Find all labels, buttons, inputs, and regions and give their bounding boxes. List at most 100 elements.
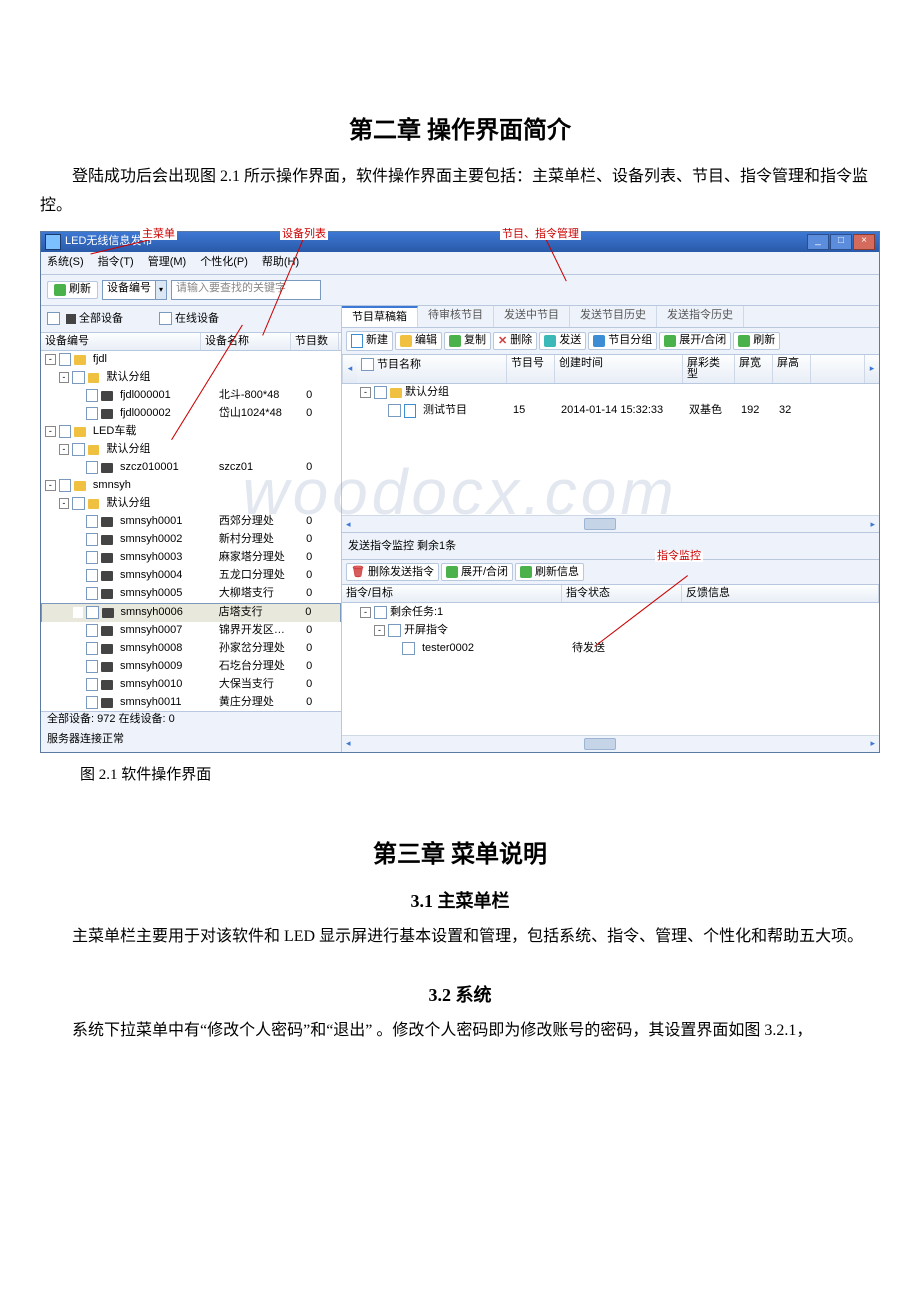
row-checkbox[interactable] xyxy=(72,497,85,510)
refresh-right-button[interactable]: 刷新 xyxy=(733,332,780,350)
tree-row[interactable]: smnsyh0003麻家塔分理处0 xyxy=(41,549,341,567)
tree-row[interactable]: szcz010001szcz010 xyxy=(41,459,341,477)
expand-button[interactable]: 展开/合闭 xyxy=(659,332,731,350)
delete-send-cmd-button[interactable]: 🗑删除发送指令 xyxy=(346,563,439,581)
toggle-icon[interactable]: - xyxy=(360,387,371,398)
tree-row[interactable]: smnsyh0001西郊分理处0 xyxy=(41,513,341,531)
menu-personalize[interactable]: 个性化(P) xyxy=(200,257,248,268)
tree-row[interactable]: fjdl000002岱山1024*480 xyxy=(41,405,341,423)
col-program-no[interactable]: 节目号 xyxy=(507,355,555,383)
tree-row[interactable]: - smnsyh xyxy=(41,477,341,495)
device-no-dropdown[interactable]: 设备编号 ▾ xyxy=(102,280,167,300)
device-id: smnsyh0010 xyxy=(116,679,215,690)
toggle-icon[interactable]: - xyxy=(45,480,56,491)
tree-row[interactable]: smnsyh0005大柳塔支行0 xyxy=(41,585,341,603)
tree-row[interactable]: -fjdl xyxy=(41,351,341,369)
delete-button[interactable]: ✕删除 xyxy=(493,332,537,350)
scroll-right-button[interactable]: ▸ xyxy=(864,355,879,383)
program-scrollbar[interactable]: ◂▸ xyxy=(342,515,879,532)
tree-row[interactable]: smnsyh0009石圪台分理处0 xyxy=(41,658,341,676)
menu-system[interactable]: 系统(S) xyxy=(47,257,84,268)
menu-help[interactable]: 帮助(H) xyxy=(262,257,299,268)
new-icon xyxy=(351,334,363,348)
copy-button[interactable]: 复制 xyxy=(444,332,491,350)
refresh-button[interactable]: 刷新 xyxy=(47,281,98,299)
row-checkbox[interactable] xyxy=(86,642,99,655)
filter-all-devices[interactable]: 全部设备 xyxy=(47,312,123,325)
row-checkbox[interactable] xyxy=(59,479,72,492)
minimize-button[interactable]: _ xyxy=(807,234,829,250)
row-checkbox[interactable] xyxy=(86,606,99,619)
row-checkbox[interactable] xyxy=(86,587,99,600)
col-cmd-feedback[interactable]: 反馈信息 xyxy=(682,585,879,602)
tab-history[interactable]: 发送节目历史 xyxy=(570,306,657,327)
tab-pending[interactable]: 待审核节目 xyxy=(418,306,494,327)
row-checkbox[interactable] xyxy=(86,461,99,474)
search-input[interactable]: 请输入要查找的关键字 xyxy=(171,280,321,300)
col-program-name[interactable]: 节目名称 xyxy=(357,355,507,383)
tree-row[interactable]: -默认分组 xyxy=(41,495,341,513)
toggle-icon[interactable]: - xyxy=(45,426,56,437)
tree-row[interactable]: -LED车载 xyxy=(41,423,341,441)
menu-command[interactable]: 指令(T) xyxy=(98,257,134,268)
toggle-icon[interactable]: - xyxy=(59,498,70,509)
maximize-button[interactable]: □ xyxy=(830,234,852,250)
close-button[interactable]: × xyxy=(853,234,875,250)
row-checkbox[interactable] xyxy=(86,389,99,402)
col-program-count[interactable]: 节目数 xyxy=(291,333,339,350)
col-height[interactable]: 屏高 xyxy=(773,355,811,383)
group-button[interactable]: 节目分组 xyxy=(588,332,657,350)
menu-manage[interactable]: 管理(M) xyxy=(148,257,187,268)
tab-sending[interactable]: 发送中节目 xyxy=(494,306,570,327)
cmd-scrollbar[interactable]: ◂▸ xyxy=(342,735,879,752)
toggle-icon[interactable]: - xyxy=(45,354,56,365)
tree-row[interactable]: smnsyh0006店塔支行0 xyxy=(41,603,341,622)
tree-row[interactable]: smnsyh0011黄庄分理处0 xyxy=(41,694,341,711)
tree-row[interactable]: fjdl000001北斗‑800*480 xyxy=(41,387,341,405)
row-checkbox[interactable] xyxy=(86,551,99,564)
row-checkbox[interactable] xyxy=(86,407,99,420)
tree-row[interactable]: smnsyh0002新村分理处0 xyxy=(41,531,341,549)
row-checkbox[interactable] xyxy=(86,624,99,637)
new-button[interactable]: 新建 xyxy=(346,331,393,351)
col-cmd-status[interactable]: 指令状态 xyxy=(562,585,682,602)
edit-button[interactable]: 编辑 xyxy=(395,332,442,350)
col-device-no[interactable]: 设备编号 xyxy=(41,333,201,350)
col-device-name[interactable]: 设备名称 xyxy=(201,333,291,350)
row-checkbox[interactable] xyxy=(86,515,99,528)
tab-draft[interactable]: 节目草稿箱 xyxy=(342,306,418,327)
row-checkbox[interactable] xyxy=(86,660,99,673)
tree-row[interactable]: smnsyh0008孙家岔分理处0 xyxy=(41,640,341,658)
toggle-icon[interactable]: - xyxy=(59,444,70,455)
device-tree[interactable]: -fjdl-默认分组fjdl000001北斗‑800*480fjdl000002… xyxy=(41,351,341,711)
cmd-monitor-grid[interactable]: -剩余任务:1 -开屏指令 tester0002 待发送 xyxy=(342,603,879,735)
col-cmd-target[interactable]: 指令/目标 xyxy=(342,585,562,602)
tab-cmd-history[interactable]: 发送指令历史 xyxy=(657,306,744,327)
tree-row[interactable]: smnsyh0004五龙口分理处0 xyxy=(41,567,341,585)
filter-online-devices[interactable]: 在线设备 xyxy=(159,312,219,325)
row-checkbox[interactable] xyxy=(86,678,99,691)
tree-row[interactable]: smnsyh0007锦界开发区…0 xyxy=(41,622,341,640)
col-create-time[interactable]: 创建时间 xyxy=(555,355,683,383)
tree-row[interactable]: -默认分组 xyxy=(41,441,341,459)
row-checkbox[interactable] xyxy=(86,696,99,709)
scroll-left-button[interactable]: ◂ xyxy=(342,355,357,383)
row-checkbox[interactable] xyxy=(59,425,72,438)
tree-row[interactable]: smnsyh0010大保当支行0 xyxy=(41,676,341,694)
program-grid[interactable]: -默认分组 测试节目 15 2014-01-14 15:32:33 双基色 19… xyxy=(342,384,879,516)
send-button[interactable]: 发送 xyxy=(539,332,586,350)
row-checkbox[interactable] xyxy=(59,353,72,366)
col-color-type[interactable]: 屏彩类型 xyxy=(683,355,735,383)
toggle-icon[interactable]: - xyxy=(59,372,70,383)
program-count: 0 xyxy=(302,408,341,419)
device-id: smnsyh xyxy=(89,480,215,491)
expand-cmd-button[interactable]: 展开/合闭 xyxy=(441,563,513,581)
refresh-info-button[interactable]: 刷新信息 xyxy=(515,563,584,581)
toggle-blank xyxy=(72,570,83,581)
row-checkbox[interactable] xyxy=(72,443,85,456)
row-checkbox[interactable] xyxy=(86,569,99,582)
tree-row[interactable]: -默认分组 xyxy=(41,369,341,387)
row-checkbox[interactable] xyxy=(72,371,85,384)
col-width[interactable]: 屏宽 xyxy=(735,355,773,383)
row-checkbox[interactable] xyxy=(86,533,99,546)
